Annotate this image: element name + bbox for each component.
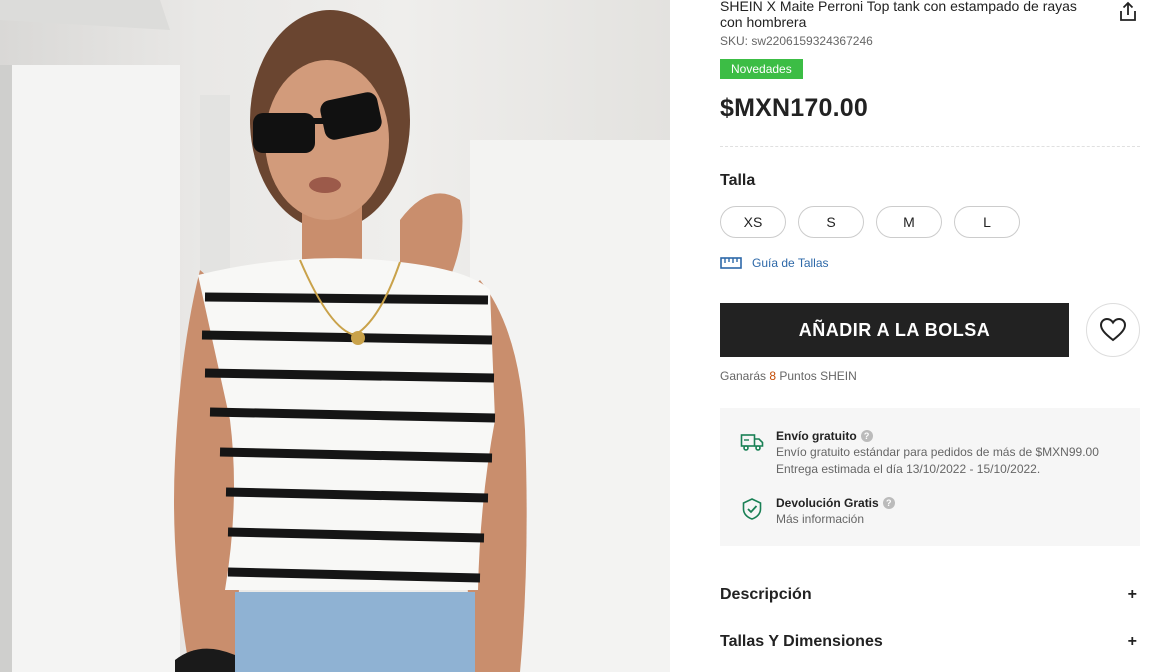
points-suffix: Puntos SHEIN <box>776 369 857 383</box>
free-shipping-line1: Envío gratuito estándar para pedidos de … <box>776 445 1099 459</box>
size-option-m[interactable]: M <box>876 206 942 238</box>
accordion-size-dimensions-title: Tallas Y Dimensiones <box>720 633 883 650</box>
size-option-s[interactable]: S <box>798 206 864 238</box>
size-guide-link[interactable]: Guía de Tallas <box>720 256 829 270</box>
free-shipping-content: Envío gratuito ? Envío gratuito estándar… <box>776 428 1099 478</box>
free-shipping-title-text: Envío gratuito <box>776 429 857 443</box>
ruler-icon <box>720 257 742 269</box>
shield-check-icon <box>742 498 762 520</box>
price: $MXN170.00 <box>720 94 868 122</box>
help-icon[interactable]: ? <box>860 430 873 442</box>
product-image[interactable] <box>0 0 670 672</box>
size-label: Talla <box>720 172 756 189</box>
free-return-title: Devolución Gratis ? <box>776 495 895 511</box>
plus-icon: + <box>1127 586 1137 603</box>
accordion-description-title: Descripción <box>720 586 812 603</box>
plus-icon: + <box>1127 633 1137 650</box>
divider <box>720 146 1140 147</box>
free-shipping-line2: Entrega estimada el día 13/10/2022 - 15/… <box>776 462 1041 476</box>
free-return-title-text: Devolución Gratis <box>776 496 879 510</box>
size-option-xs[interactable]: XS <box>720 206 786 238</box>
heart-icon <box>1099 317 1127 342</box>
points-prefix: Ganarás <box>720 369 770 383</box>
free-return-content: Devolución Gratis ? Más información <box>776 495 895 528</box>
truck-icon <box>740 434 764 451</box>
more-info-link[interactable]: Más información <box>776 511 895 528</box>
size-guide-label: Guía de Tallas <box>752 256 829 270</box>
free-return-row: Devolución Gratis ? Más información <box>740 495 895 528</box>
accordion-size-dimensions[interactable]: Tallas Y Dimensiones + <box>720 633 1140 651</box>
shipping-info-box: Envío gratuito ? Envío gratuito estándar… <box>720 408 1140 546</box>
help-icon[interactable]: ? <box>882 497 895 509</box>
new-badge: Novedades <box>720 59 803 79</box>
sku-text: SKU: sw2206159324367246 <box>720 34 873 48</box>
points-info: Ganarás 8 Puntos SHEIN <box>720 369 857 383</box>
accordion-description[interactable]: Descripción + <box>720 586 1140 604</box>
product-title: SHEIN X Maite Perroni Top tank con estam… <box>720 0 1077 30</box>
free-shipping-row: Envío gratuito ? Envío gratuito estándar… <box>740 428 1099 478</box>
size-option-l[interactable]: L <box>954 206 1020 238</box>
wishlist-button[interactable] <box>1086 303 1140 357</box>
product-photo-illustration <box>0 0 670 672</box>
add-to-bag-button[interactable]: AÑADIR A LA BOLSA <box>720 303 1069 357</box>
share-button[interactable] <box>1116 0 1140 24</box>
free-shipping-title: Envío gratuito ? <box>776 428 1099 444</box>
share-icon <box>1120 1 1136 21</box>
size-options: XS S M L <box>720 206 1020 238</box>
